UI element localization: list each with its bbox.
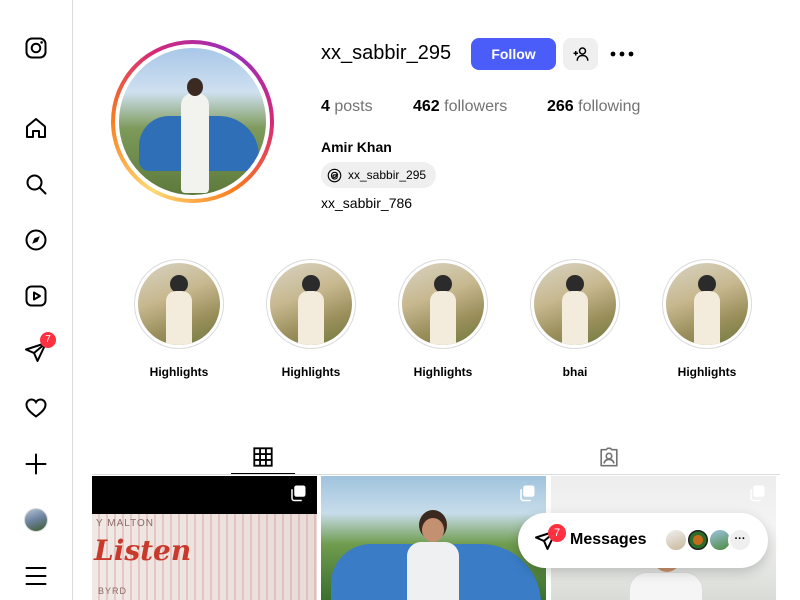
highlight-label: Highlights <box>413 365 473 379</box>
highlight-ring <box>398 259 488 349</box>
posts-count: 4 <box>321 98 330 115</box>
highlight-item[interactable]: Highlights <box>124 259 234 379</box>
nav-explore[interactable] <box>22 226 50 254</box>
followers-label: followers <box>444 98 508 115</box>
avatar-ring-gap <box>115 44 270 199</box>
highlight-cover <box>666 263 748 345</box>
more-conversations: ··· <box>728 528 752 552</box>
threads-icon <box>327 168 342 182</box>
search-icon <box>26 174 47 195</box>
highlight-label: Highlights <box>281 365 341 379</box>
plus-icon <box>25 453 47 475</box>
messages-bar-label: Messages <box>570 531 647 548</box>
avatar <box>686 528 710 552</box>
photo-head-shape <box>187 78 203 96</box>
poster-bottom-text: BYRD <box>98 586 128 596</box>
posts-label: posts <box>334 98 373 115</box>
nav-messages[interactable]: 7 <box>22 332 56 366</box>
highlight-item[interactable]: Highlights <box>652 259 762 379</box>
highlight-item[interactable]: Highlights <box>388 259 498 379</box>
post-tile[interactable]: Y MALTON Listen BYRD <box>92 476 317 600</box>
tagged-user-icon <box>600 447 618 467</box>
following-count: 266 <box>547 98 574 115</box>
messages-badge: 7 <box>40 332 56 348</box>
threads-handle: xx_sabbir_295 <box>348 168 427 182</box>
highlight-label: Highlights <box>677 365 737 379</box>
tab-posts[interactable] <box>231 440 295 474</box>
highlight-ring <box>662 259 752 349</box>
highlight-ring <box>134 259 224 349</box>
active-tab-indicator <box>231 473 295 474</box>
carousel-icon <box>750 485 765 502</box>
nav-profile[interactable] <box>22 506 50 534</box>
nav-home[interactable] <box>22 114 50 142</box>
messages-bar-badge: 7 <box>548 524 566 542</box>
post-image-person <box>407 542 459 600</box>
carousel-icon <box>520 485 535 502</box>
nav-more[interactable] <box>22 562 50 590</box>
profile-username: xx_sabbir_295 <box>321 42 452 64</box>
avatar <box>24 508 48 532</box>
nav-search[interactable] <box>22 170 50 198</box>
instagram-logo[interactable] <box>22 34 50 62</box>
suggested-users-button[interactable] <box>563 38 598 70</box>
highlight-ring <box>530 259 620 349</box>
add-user-icon <box>573 47 588 61</box>
highlight-label: Highlights <box>149 365 209 379</box>
highlight-item[interactable]: bhai <box>520 259 630 379</box>
instagram-icon <box>25 37 47 59</box>
poster-top-text: Y MALTON <box>96 518 155 529</box>
poster-title-text: Listen <box>94 534 192 567</box>
avatar <box>664 528 688 552</box>
home-icon <box>26 118 46 138</box>
following-label: following <box>578 98 641 115</box>
profile-full-name: Amir Khan <box>321 139 392 155</box>
highlight-cover <box>402 263 484 345</box>
nav-create[interactable] <box>22 450 50 478</box>
profile-photo <box>119 48 266 195</box>
post-image-face <box>422 518 444 542</box>
post-tile[interactable] <box>321 476 546 600</box>
highlight-cover <box>138 263 220 345</box>
highlight-cover <box>270 263 352 345</box>
post-image-person <box>629 572 703 600</box>
nav-reels[interactable] <box>22 282 50 310</box>
heart-icon <box>25 398 47 418</box>
tabs-divider <box>92 474 780 475</box>
nav-notifications[interactable] <box>22 394 50 422</box>
menu-icon <box>25 567 47 585</box>
highlight-item[interactable]: Highlights <box>256 259 366 379</box>
followers-count: 462 <box>413 98 440 115</box>
grid-icon <box>253 447 273 467</box>
more-dots-icon <box>610 51 634 57</box>
options-button[interactable] <box>608 42 636 66</box>
messages-bar[interactable]: 7 Messages ··· <box>518 513 768 568</box>
profile-avatar[interactable] <box>111 40 274 203</box>
highlight-label: bhai <box>562 365 588 379</box>
carousel-icon <box>291 485 306 502</box>
threads-link[interactable]: xx_sabbir_295 <box>321 162 437 188</box>
following-stat[interactable]: 266 following <box>547 98 640 116</box>
posts-stat: 4 posts <box>321 98 373 116</box>
follow-button[interactable]: Follow <box>471 38 556 70</box>
highlight-ring <box>266 259 356 349</box>
photo-person-shape <box>181 93 209 193</box>
compass-icon <box>25 229 47 251</box>
reels-icon <box>25 285 47 307</box>
profile-bio: xx_sabbir_786 <box>321 195 413 211</box>
sidebar: 7 <box>0 0 73 600</box>
tab-tagged[interactable] <box>577 440 641 474</box>
highlight-cover <box>534 263 616 345</box>
followers-stat[interactable]: 462 followers <box>413 98 507 116</box>
